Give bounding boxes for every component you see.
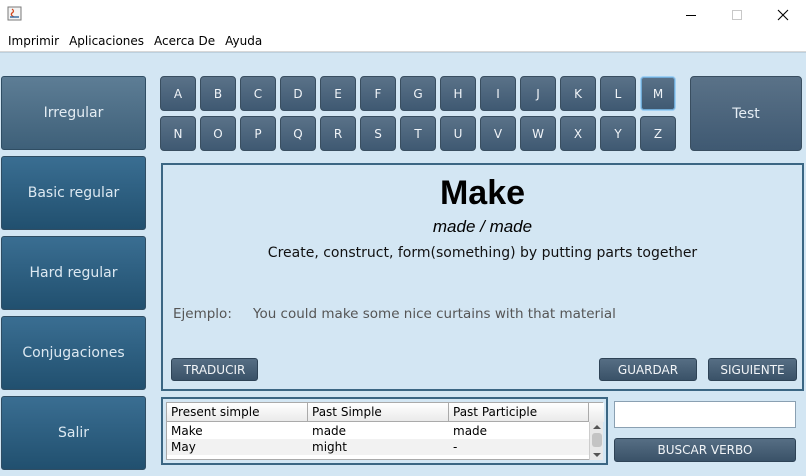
letter-button-x[interactable]: X	[560, 116, 596, 151]
table-cell: might	[312, 440, 347, 454]
letter-button-c[interactable]: C	[240, 76, 276, 111]
maximize-icon	[732, 10, 742, 20]
scroll-up-icon[interactable]	[590, 422, 604, 433]
letter-button-y[interactable]: Y	[600, 116, 636, 151]
column-header-past-simple[interactable]: Past Simple	[308, 403, 449, 422]
letter-button-i[interactable]: I	[480, 76, 516, 111]
close-icon	[777, 9, 789, 21]
letter-button-u[interactable]: U	[440, 116, 476, 151]
letter-button-a[interactable]: A	[160, 76, 196, 111]
letter-button-j[interactable]: J	[520, 76, 556, 111]
menu-ayuda[interactable]: Ayuda	[220, 30, 267, 52]
verb-table-panel: Present simple Past Simple Past Particip…	[161, 397, 608, 465]
close-button[interactable]	[760, 0, 806, 30]
letter-button-o[interactable]: O	[200, 116, 236, 151]
menu-imprimir[interactable]: Imprimir	[3, 30, 64, 52]
letter-button-g[interactable]: G	[400, 76, 436, 111]
scroll-down-icon[interactable]	[590, 449, 604, 460]
verb-title: Make	[439, 174, 526, 212]
letter-button-p[interactable]: P	[240, 116, 276, 151]
verb-detail-panel: Make made / made Create, construct, form…	[161, 163, 804, 391]
save-button[interactable]: GUARDAR	[599, 358, 697, 381]
letter-button-s[interactable]: S	[360, 116, 396, 151]
letter-button-m[interactable]: M	[640, 76, 676, 111]
table-row[interactable]: Make made made	[167, 423, 589, 439]
letter-button-f[interactable]: F	[360, 76, 396, 111]
letter-button-e[interactable]: E	[320, 76, 356, 111]
letter-button-w[interactable]: W	[520, 116, 556, 151]
content-area: Irregular Basic regular Hard regular Con…	[0, 52, 806, 476]
verb-meaning: Create, construct, form(something) by pu…	[267, 245, 698, 261]
salir-button[interactable]: Salir	[1, 396, 146, 470]
maximize-button[interactable]	[714, 0, 760, 30]
scrollbar-corner	[589, 403, 604, 422]
letter-button-r[interactable]: R	[320, 116, 356, 151]
search-verb-button[interactable]: BUSCAR VERBO	[614, 438, 796, 462]
test-button[interactable]: Test	[690, 76, 802, 151]
conjugaciones-button[interactable]: Conjugaciones	[1, 316, 146, 390]
letter-button-d[interactable]: D	[280, 76, 316, 111]
menu-bar: Imprimir Aplicaciones Acerca De Ayuda	[0, 30, 806, 52]
example-sentence: You could make some nice curtains with t…	[253, 306, 616, 322]
table-scrollbar[interactable]	[589, 422, 603, 460]
menu-aplicaciones[interactable]: Aplicaciones	[64, 30, 149, 52]
table-header: Present simple Past Simple Past Particip…	[167, 403, 604, 422]
letter-button-v[interactable]: V	[480, 116, 516, 151]
search-verb-input[interactable]	[614, 401, 796, 428]
irregular-button[interactable]: Irregular	[1, 76, 146, 150]
verb-table: Present simple Past Simple Past Particip…	[166, 402, 604, 460]
letter-button-z[interactable]: Z	[640, 116, 676, 151]
table-cell: Make	[171, 424, 203, 438]
table-cell: May	[171, 440, 196, 454]
verb-forms: made / made	[432, 217, 533, 236]
table-row[interactable]: May might -	[167, 439, 589, 455]
column-header-present-simple[interactable]: Present simple	[167, 403, 308, 422]
next-button[interactable]: SIGUIENTE	[708, 358, 797, 381]
table-cell: made	[453, 424, 488, 438]
table-cell: made	[312, 424, 347, 438]
java-app-icon	[7, 6, 22, 21]
menu-acerca-de[interactable]: Acerca De	[149, 30, 220, 52]
example-label: Ejemplo:	[173, 306, 232, 322]
table-cell: -	[453, 440, 458, 454]
hard-regular-button[interactable]: Hard regular	[1, 236, 146, 310]
translate-button[interactable]: TRADUCIR	[171, 358, 258, 381]
letter-button-k[interactable]: K	[560, 76, 596, 111]
title-bar	[0, 0, 806, 30]
column-header-past-participle[interactable]: Past Participle	[449, 403, 589, 422]
letter-button-q[interactable]: Q	[280, 116, 316, 151]
letter-button-t[interactable]: T	[400, 116, 436, 151]
minimize-button[interactable]	[668, 0, 714, 30]
letter-button-l[interactable]: L	[600, 76, 636, 111]
letter-button-n[interactable]: N	[160, 116, 196, 151]
basic-regular-button[interactable]: Basic regular	[1, 156, 146, 230]
minimize-icon	[686, 15, 696, 16]
letter-button-h[interactable]: H	[440, 76, 476, 111]
scroll-thumb[interactable]	[592, 433, 602, 447]
letter-button-b[interactable]: B	[200, 76, 236, 111]
